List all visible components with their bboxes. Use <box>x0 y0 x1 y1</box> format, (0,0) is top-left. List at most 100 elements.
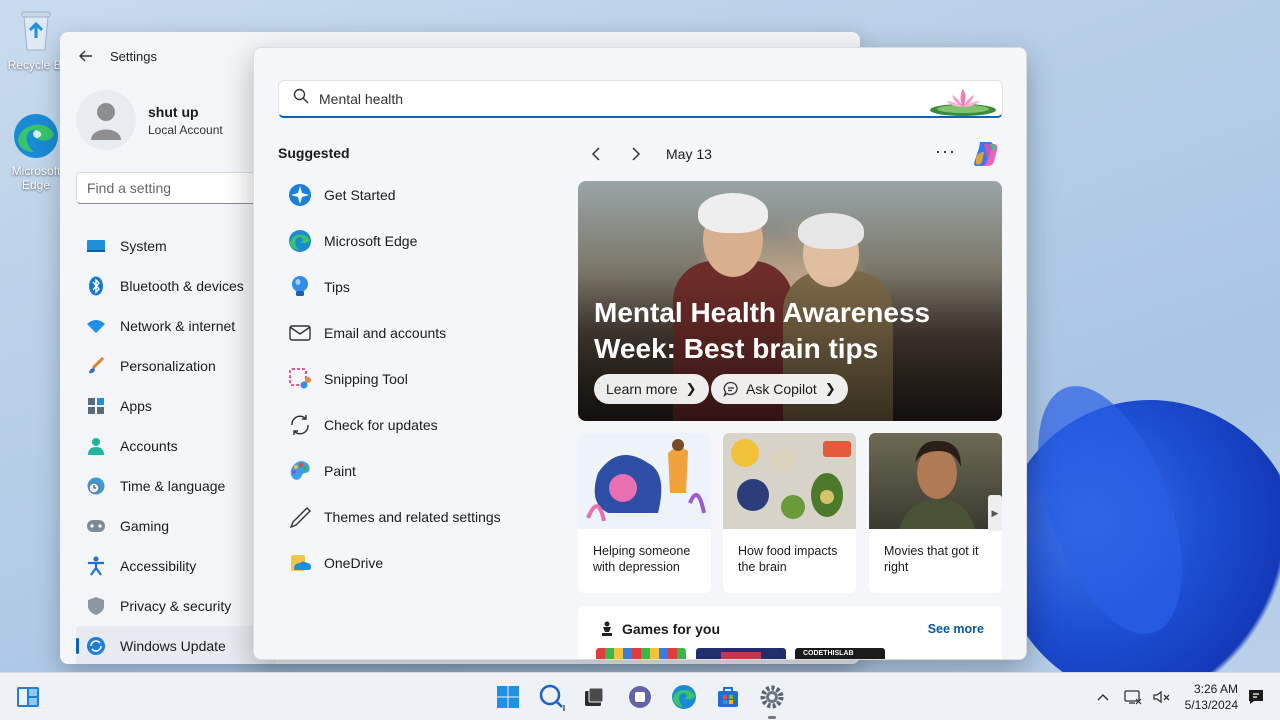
nav-item-accessibility[interactable]: Accessibility <box>76 546 276 586</box>
nav-item-accounts[interactable]: Accounts <box>76 426 276 466</box>
account-type: Local Account <box>148 122 223 137</box>
suggestion-label: Get Started <box>324 187 396 203</box>
mail-icon <box>288 321 312 345</box>
suggestion-label: Themes and related settings <box>324 509 501 525</box>
bluetooth-icon <box>86 276 106 296</box>
suggested-heading: Suggested <box>278 145 350 161</box>
chevron-right-icon[interactable] <box>620 142 652 166</box>
nav-item-personalization[interactable]: Personalization <box>76 346 276 386</box>
network-icon[interactable] <box>1124 689 1142 705</box>
ask-copilot-label: Ask Copilot <box>746 381 817 397</box>
settings-icon[interactable] <box>756 681 788 719</box>
cards-next-arrow-icon[interactable]: ▶ <box>988 495 1002 531</box>
hero-title: Mental Health Awareness Week: Best brain… <box>594 297 931 364</box>
nav-label: Accounts <box>120 438 178 454</box>
pen-icon <box>288 505 312 529</box>
user-name: shut up <box>148 103 199 120</box>
card-caption: Movies that got it right <box>884 544 979 574</box>
game-thumbnail[interactable]: CODETHISLAB <box>795 648 885 659</box>
suggestion-themes[interactable]: Themes and related settings <box>278 494 558 540</box>
edge-label-line2: Edge <box>21 178 51 192</box>
nav-item-windows-update[interactable]: Windows Update <box>76 626 276 664</box>
tips-icon <box>288 275 312 299</box>
nav-item-network[interactable]: Network & internet <box>76 306 276 346</box>
clock-globe-icon <box>86 476 106 496</box>
person-icon <box>86 436 106 456</box>
chat-bubble-icon <box>723 381 739 397</box>
card-helping-depression[interactable]: Helping someone with depression <box>578 433 711 593</box>
nav-label: Bluetooth & devices <box>120 278 244 294</box>
search-icon[interactable] <box>536 681 568 713</box>
copilot-icon[interactable] <box>970 138 1002 170</box>
nav-item-bluetooth[interactable]: Bluetooth & devices <box>76 266 276 306</box>
card-photo <box>723 433 856 529</box>
more-options-icon[interactable]: ··· <box>935 142 956 160</box>
game-thumbnail[interactable] <box>596 648 686 659</box>
nav-item-time-language[interactable]: Time & language <box>76 466 276 506</box>
clock[interactable]: 3:26 AM 5/13/2024 <box>1185 681 1238 713</box>
apps-icon <box>86 396 106 416</box>
nav-item-privacy-security[interactable]: Privacy & security <box>76 586 276 626</box>
date-navigation: May 13 ··· <box>580 142 1004 166</box>
widgets-icon[interactable] <box>12 681 44 713</box>
lotus-highlight-icon <box>928 83 998 117</box>
ask-copilot-button[interactable]: Ask Copilot ❯ <box>711 374 848 404</box>
search-flyout: Suggested Get Started Microsoft Edge Tip… <box>253 47 1027 660</box>
nav-item-gaming[interactable]: Gaming <box>76 506 276 546</box>
edge-icon[interactable] <box>668 681 700 713</box>
wifi-icon <box>86 316 106 336</box>
suggestion-snipping-tool[interactable]: Snipping Tool <box>278 356 558 402</box>
learn-more-label: Learn more <box>606 381 678 397</box>
card-movies[interactable]: Movies that got it right <box>869 433 1002 593</box>
nav-item-system[interactable]: System <box>76 226 276 266</box>
suggestion-check-updates[interactable]: Check for updates <box>278 402 558 448</box>
chevron-up-icon[interactable] <box>1096 692 1110 702</box>
suggestion-paint[interactable]: Paint <box>278 448 558 494</box>
store-icon[interactable] <box>712 681 744 713</box>
chevron-right-icon: ❯ <box>685 381 697 396</box>
edge-icon <box>288 229 312 253</box>
task-view-icon[interactable] <box>578 681 610 713</box>
suggestion-onedrive[interactable]: OneDrive <box>278 540 558 586</box>
avatar <box>76 90 136 150</box>
topic-cards: Helping someone with depression How food… <box>578 433 1002 593</box>
nav-label: System <box>120 238 167 254</box>
desktop-icon-recycle-bin[interactable]: Recycle Bi <box>6 8 66 72</box>
game-thumbnail[interactable] <box>696 648 786 659</box>
suggestion-label: Paint <box>324 463 356 479</box>
nav-item-apps[interactable]: Apps <box>76 386 276 426</box>
card-caption: How food impacts the brain <box>738 544 838 574</box>
taskbar: 3:26 AM 5/13/2024 <box>0 672 1280 720</box>
suggestion-email-accounts[interactable]: Email and accounts <box>278 310 558 356</box>
snipping-tool-icon <box>288 367 312 391</box>
search-input[interactable] <box>319 90 879 107</box>
suggestion-label: Email and accounts <box>324 325 447 341</box>
current-date: May 13 <box>666 146 712 162</box>
nav-label: Network & internet <box>120 318 236 334</box>
suggestion-get-started[interactable]: Get Started <box>278 172 558 218</box>
suggestion-tips[interactable]: Tips <box>278 264 558 310</box>
volume-muted-icon[interactable] <box>1152 689 1170 705</box>
notifications-icon[interactable] <box>1240 681 1272 713</box>
start-icon[interactable] <box>492 681 524 713</box>
card-food-brain[interactable]: How food impacts the brain <box>723 433 856 593</box>
card-illustration <box>578 433 711 529</box>
chevron-left-icon[interactable] <box>580 142 612 166</box>
teams-icon[interactable] <box>624 681 656 713</box>
suggestion-microsoft-edge[interactable]: Microsoft Edge <box>278 218 558 264</box>
desktop-icon-edge[interactable]: Microsoft Edge <box>6 112 66 192</box>
learn-more-button[interactable]: Learn more ❯ <box>594 374 709 404</box>
find-setting-input[interactable]: Find a setting <box>76 172 276 204</box>
suggestion-label: OneDrive <box>324 555 384 571</box>
search-box[interactable] <box>278 80 1003 118</box>
shield-icon <box>86 596 106 616</box>
hero-card[interactable]: Mental Health Awareness Week: Best brain… <box>578 181 1002 421</box>
nav-label: Apps <box>120 398 152 414</box>
games-title: Games for you <box>622 621 721 637</box>
chevron-right-icon: ❯ <box>824 381 836 396</box>
see-more-link[interactable]: See more <box>928 622 984 636</box>
get-started-icon <box>288 183 312 207</box>
back-arrow-icon[interactable] <box>78 48 94 64</box>
onedrive-icon <box>288 551 312 575</box>
user-profile[interactable]: shut up Local Account <box>76 90 223 150</box>
